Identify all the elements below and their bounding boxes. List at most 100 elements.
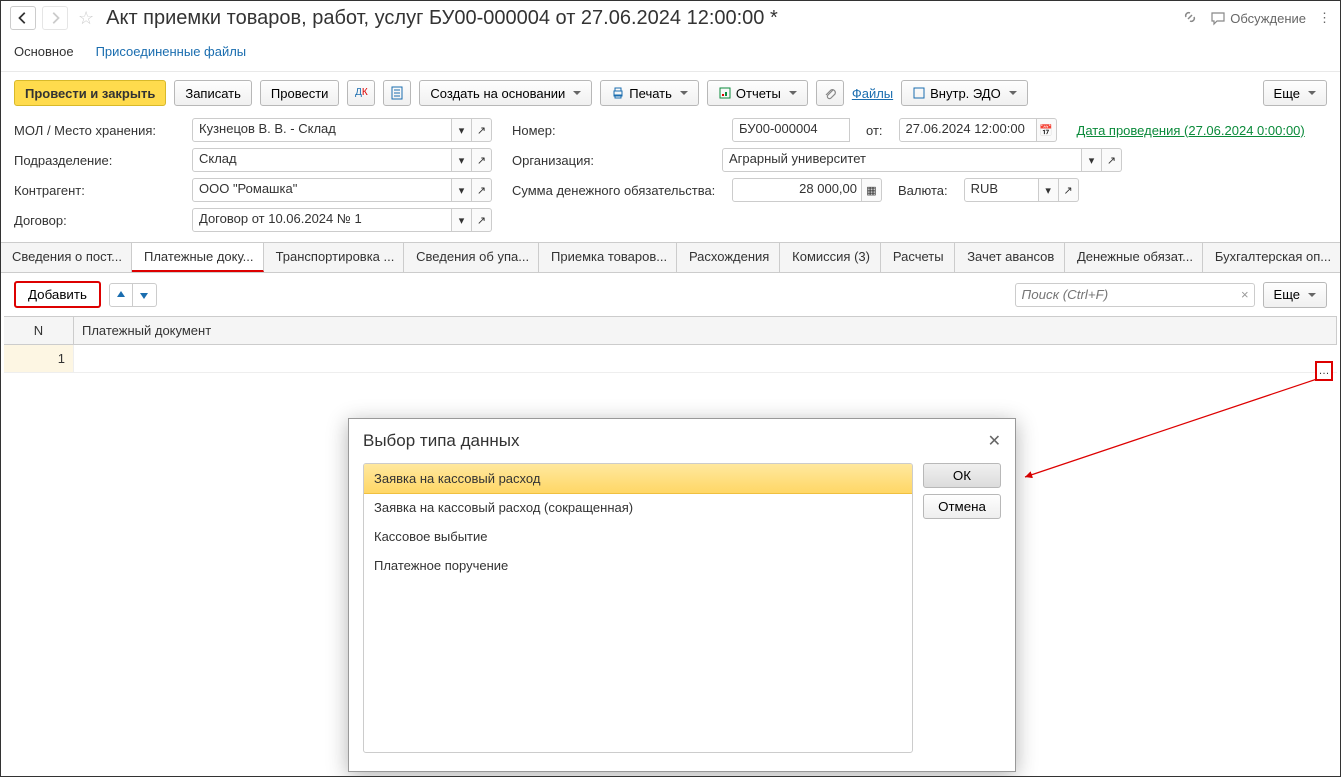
- choose-type-button[interactable]: …: [1315, 361, 1333, 381]
- subtab-money-obligations[interactable]: Денежные обязат...: [1065, 243, 1203, 272]
- arrow-right-icon: [48, 11, 62, 25]
- currency-label: Валюта:: [898, 183, 948, 198]
- subtab-advance-offset[interactable]: Зачет авансов: [955, 243, 1065, 272]
- header: ☆ Акт приемки товаров, работ, услуг БУ00…: [0, 0, 1341, 36]
- favorite-star-icon[interactable]: ☆: [78, 8, 94, 29]
- arrow-up-icon: [115, 289, 127, 301]
- calendar-icon[interactable]: 📅: [1037, 118, 1057, 142]
- type-option[interactable]: Кассовое выбытие: [364, 522, 912, 551]
- reports-button[interactable]: Отчеты: [707, 80, 808, 106]
- org-label: Организация:: [512, 153, 712, 168]
- post-button[interactable]: Провести: [260, 80, 340, 106]
- table-row[interactable]: 1 …: [4, 345, 1337, 373]
- tab-attached-files[interactable]: Присоединенные файлы: [96, 40, 247, 63]
- subtab-packaging[interactable]: Сведения об упа...: [404, 243, 539, 272]
- dropdown-icon[interactable]: ▾: [452, 178, 472, 202]
- dropdown-icon[interactable]: ▾: [1039, 178, 1059, 202]
- tab-main[interactable]: Основное: [14, 40, 74, 63]
- type-option[interactable]: Заявка на кассовый расход: [363, 463, 913, 494]
- table-more-button[interactable]: Еще: [1263, 282, 1327, 308]
- sub-tabs: Сведения о пост... Платежные доку... Тра…: [0, 242, 1341, 273]
- dk-icon: ДК: [355, 88, 368, 98]
- create-based-on-button[interactable]: Создать на основании: [419, 80, 592, 106]
- subtab-acceptance[interactable]: Приемка товаров...: [539, 243, 677, 272]
- more-menu-icon[interactable]: ⋮: [1318, 10, 1331, 26]
- contract-input[interactable]: Договор от 10.06.2024 № 1: [192, 208, 452, 232]
- attach-button[interactable]: [816, 80, 844, 106]
- calculator-icon[interactable]: ▦: [862, 178, 882, 202]
- nav-forward-button[interactable]: [42, 6, 68, 30]
- org-input[interactable]: Аграрный университет: [722, 148, 1082, 172]
- col-n: N: [4, 317, 74, 344]
- col-doc: Платежный документ: [74, 317, 1337, 344]
- save-button[interactable]: Записать: [174, 80, 252, 106]
- subtab-supplier-info[interactable]: Сведения о пост...: [0, 243, 132, 272]
- dept-label: Подразделение:: [14, 153, 182, 168]
- dropdown-icon[interactable]: ▾: [1082, 148, 1102, 172]
- counterparty-label: Контрагент:: [14, 183, 182, 198]
- add-row-button[interactable]: Добавить: [14, 281, 101, 308]
- dropdown-icon[interactable]: ▾: [452, 118, 472, 142]
- subtab-transport[interactable]: Транспортировка ...: [264, 243, 405, 272]
- open-icon[interactable]: ↗: [472, 148, 492, 172]
- top-tabs: Основное Присоединенные файлы: [0, 36, 1341, 72]
- ok-button[interactable]: ОК: [923, 463, 1001, 488]
- number-label: Номер:: [512, 123, 572, 138]
- number-input[interactable]: БУ00-000004: [732, 118, 850, 142]
- cancel-button[interactable]: Отмена: [923, 494, 1001, 519]
- subtab-accounting-op[interactable]: Бухгалтерская оп...: [1203, 243, 1341, 272]
- dropdown-icon[interactable]: ▾: [452, 208, 472, 232]
- type-option[interactable]: Платежное поручение: [364, 551, 912, 580]
- open-icon[interactable]: ↗: [472, 178, 492, 202]
- sum-input[interactable]: 28 000,00: [732, 178, 862, 202]
- dialog-title: Выбор типа данных: [363, 431, 519, 451]
- post-and-close-button[interactable]: Провести и закрыть: [14, 80, 166, 106]
- print-button[interactable]: Печать: [600, 80, 699, 106]
- toolbar: Провести и закрыть Записать Провести ДК …: [0, 72, 1341, 114]
- arrow-down-icon: [138, 289, 150, 301]
- document-icon-button[interactable]: [383, 80, 411, 106]
- paperclip-icon: [823, 86, 837, 100]
- link-icon[interactable]: [1182, 9, 1198, 28]
- post-date-link[interactable]: Дата проведения (27.06.2024 0:00:00): [1077, 123, 1305, 138]
- move-down-button[interactable]: [133, 283, 157, 307]
- active-records-button[interactable]: ДК: [347, 80, 375, 106]
- report-icon: [718, 86, 732, 100]
- open-icon[interactable]: ↗: [1059, 178, 1079, 202]
- edo-button[interactable]: Внутр. ЭДО: [901, 80, 1028, 106]
- open-icon[interactable]: ↗: [472, 208, 492, 232]
- search-input[interactable]: [1015, 283, 1255, 307]
- discussion-button[interactable]: Обсуждение: [1210, 10, 1306, 26]
- open-icon[interactable]: ↗: [472, 118, 492, 142]
- mol-input[interactable]: Кузнецов В. В. - Склад: [192, 118, 452, 142]
- document-icon: [390, 86, 404, 100]
- table-toolbar: Добавить × Еще: [0, 273, 1341, 316]
- type-select-dialog: Выбор типа данных ✕ Заявка на кассовый р…: [348, 418, 1016, 772]
- from-label: от:: [866, 123, 883, 138]
- subtab-discrepancies[interactable]: Расхождения: [677, 243, 780, 272]
- move-up-button[interactable]: [109, 283, 133, 307]
- counterparty-input[interactable]: ООО "Ромашка": [192, 178, 452, 202]
- subtab-calculations[interactable]: Расчеты: [881, 243, 955, 272]
- edo-icon: [912, 86, 926, 100]
- files-link[interactable]: Файлы: [852, 86, 893, 101]
- nav-back-button[interactable]: [10, 6, 36, 30]
- more-button[interactable]: Еще: [1263, 80, 1327, 106]
- type-option[interactable]: Заявка на кассовый расход (сокращенная): [364, 493, 912, 522]
- sum-label: Сумма денежного обязательства:: [512, 183, 722, 198]
- form-area: МОЛ / Место хранения: Кузнецов В. В. - С…: [0, 114, 1341, 242]
- dropdown-icon[interactable]: ▾: [452, 148, 472, 172]
- date-input[interactable]: 27.06.2024 12:00:00: [899, 118, 1037, 142]
- type-list[interactable]: Заявка на кассовый расход Заявка на касс…: [363, 463, 913, 753]
- cell-n: 1: [4, 345, 74, 372]
- dept-input[interactable]: Склад: [192, 148, 452, 172]
- payment-docs-table: N Платежный документ 1 …: [4, 316, 1337, 373]
- subtab-commission[interactable]: Комиссия (3): [780, 243, 881, 272]
- open-icon[interactable]: ↗: [1102, 148, 1122, 172]
- clear-search-icon[interactable]: ×: [1241, 287, 1249, 302]
- printer-icon: [611, 86, 625, 100]
- close-icon[interactable]: ✕: [988, 431, 1001, 451]
- subtab-payment-docs[interactable]: Платежные доку...: [132, 243, 264, 272]
- arrow-left-icon: [16, 11, 30, 25]
- currency-input[interactable]: RUB: [964, 178, 1039, 202]
